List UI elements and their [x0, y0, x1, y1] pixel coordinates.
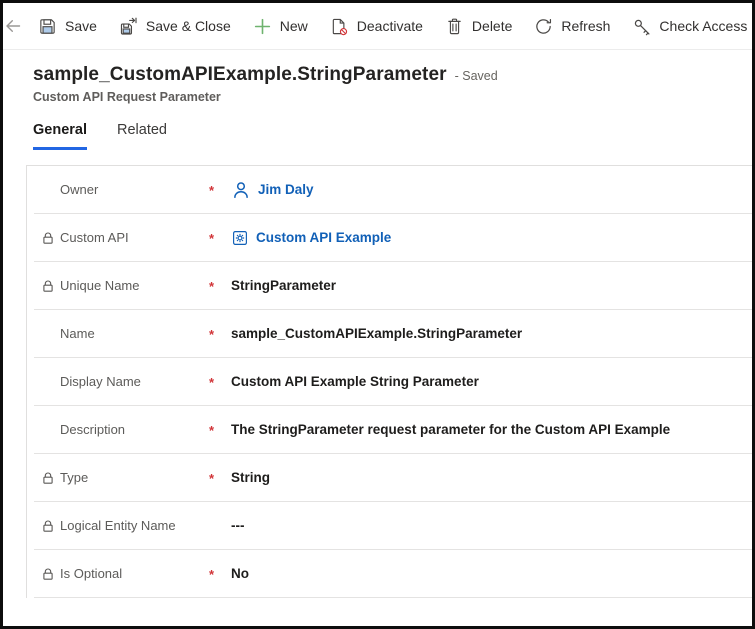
display-name-value[interactable]: Custom API Example String Parameter [231, 374, 479, 389]
check-access-button-label: Check Access [659, 18, 747, 34]
refresh-button[interactable]: Refresh [523, 6, 621, 46]
field-row-type: Type * String [34, 454, 752, 502]
page-title: sample_CustomAPIExample.StringParameter [33, 64, 447, 86]
new-button[interactable]: New [242, 6, 319, 46]
owner-link[interactable]: Jim Daly [231, 180, 314, 200]
required-marker: * [209, 565, 231, 582]
plus-icon [253, 17, 272, 36]
required-marker: * [209, 421, 231, 438]
deactivate-button[interactable]: Deactivate [319, 6, 434, 46]
custom-api-link[interactable]: Custom API Example [231, 229, 391, 247]
owner-value: Jim Daly [258, 182, 314, 197]
save-button[interactable]: Save [27, 6, 108, 46]
deactivate-icon [330, 17, 349, 36]
app-window: Save Save & Close [0, 0, 755, 629]
field-row-unique-name: Unique Name * StringParameter [34, 262, 752, 310]
save-status: - Saved [455, 69, 498, 83]
field-row-logical-entity-name: Logical Entity Name --- [34, 502, 752, 550]
logical-entity-name-value: --- [231, 518, 245, 533]
description-value[interactable]: The StringParameter request parameter fo… [231, 422, 670, 437]
lock-icon [41, 567, 60, 581]
tab-general[interactable]: General [33, 122, 87, 150]
arrow-left-icon [3, 16, 23, 36]
save-button-label: Save [65, 18, 97, 34]
command-bar: Save Save & Close [3, 3, 752, 50]
entity-type-subtitle: Custom API Request Parameter [33, 90, 722, 104]
custom-api-value: Custom API Example [256, 230, 391, 245]
field-row-owner: Owner * Jim Daly [34, 166, 752, 214]
check-access-button[interactable]: Check Access [621, 6, 755, 46]
field-label: Custom API [60, 230, 209, 245]
field-label: Description [60, 422, 209, 437]
required-marker: * [209, 373, 231, 390]
unique-name-value: StringParameter [231, 278, 336, 293]
delete-button-label: Delete [472, 18, 512, 34]
save-and-close-button-label: Save & Close [146, 18, 231, 34]
lock-icon [41, 471, 60, 485]
type-value: String [231, 470, 270, 485]
save-icon [38, 17, 57, 36]
required-marker-empty [209, 525, 231, 527]
field-row-is-optional: Is Optional * No [34, 550, 752, 598]
lock-icon [41, 519, 60, 533]
custom-api-icon [231, 229, 249, 247]
lock-icon [41, 231, 60, 245]
field-row-display-name: Display Name * Custom API Example String… [34, 358, 752, 406]
field-row-name: Name * sample_CustomAPIExample.StringPar… [34, 310, 752, 358]
deactivate-button-label: Deactivate [357, 18, 423, 34]
field-label: Logical Entity Name [60, 518, 209, 533]
tab-related[interactable]: Related [117, 122, 167, 150]
save-and-close-button[interactable]: Save & Close [108, 6, 242, 46]
field-label: Is Optional [60, 566, 209, 581]
field-label: Owner [60, 182, 209, 197]
refresh-icon [534, 17, 553, 36]
field-label: Unique Name [60, 278, 209, 293]
person-icon [231, 180, 251, 200]
field-label: Display Name [60, 374, 209, 389]
required-marker: * [209, 469, 231, 486]
field-label: Name [60, 326, 209, 341]
required-marker: * [209, 325, 231, 342]
save-close-icon [119, 17, 138, 36]
is-optional-value: No [231, 566, 249, 581]
field-row-description: Description * The StringParameter reques… [34, 406, 752, 454]
required-marker: * [209, 277, 231, 294]
required-marker: * [209, 181, 231, 198]
command-buttons: Save Save & Close [27, 6, 755, 46]
key-icon [632, 17, 651, 36]
record-header: sample_CustomAPIExample.StringParameter … [3, 50, 752, 104]
refresh-button-label: Refresh [561, 18, 610, 34]
delete-button[interactable]: Delete [434, 6, 523, 46]
required-marker: * [209, 229, 231, 246]
back-button[interactable] [3, 3, 23, 49]
field-row-custom-api: Custom API * Custom API Example [34, 214, 752, 262]
name-value[interactable]: sample_CustomAPIExample.StringParameter [231, 326, 522, 341]
new-button-label: New [280, 18, 308, 34]
general-section: Owner * Jim Daly Custom API [26, 165, 752, 598]
form-tabs: General Related [3, 104, 752, 150]
lock-icon [41, 279, 60, 293]
field-label: Type [60, 470, 209, 485]
trash-icon [445, 17, 464, 36]
